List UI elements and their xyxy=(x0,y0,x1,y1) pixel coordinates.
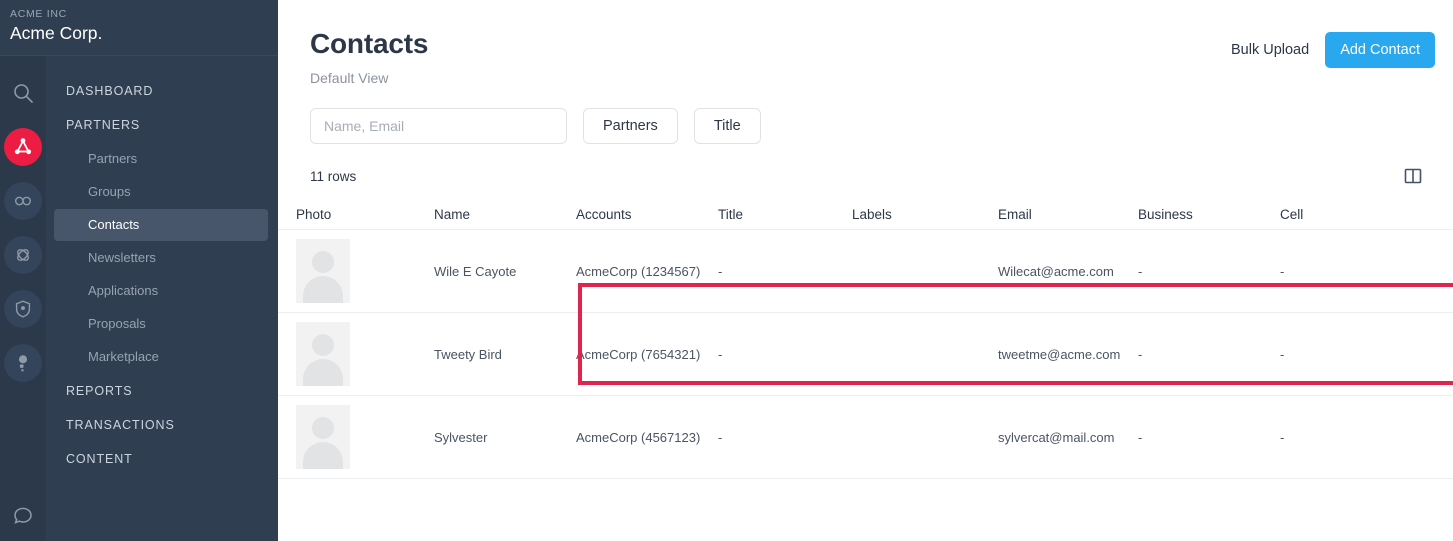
table-header-row: Photo Name Accounts Title Labels Email B… xyxy=(278,200,1453,230)
contact-email: tweetme@acme.com xyxy=(998,346,1121,362)
sidebar-item-dashboard[interactable]: DASHBOARD xyxy=(46,74,278,108)
page-header-actions: Bulk Upload Add Contact xyxy=(1231,26,1435,68)
search-input[interactable] xyxy=(310,108,567,144)
filter-bar: Partners Title xyxy=(278,88,1453,144)
contact-name: Tweety Bird xyxy=(434,346,502,362)
partners-network-icon[interactable] xyxy=(4,128,42,166)
avatar-placeholder-icon xyxy=(296,405,350,469)
contact-title: - xyxy=(718,263,723,279)
sidebar-item-groups[interactable]: Groups xyxy=(54,176,268,208)
contact-title: - xyxy=(718,429,723,445)
avatar-placeholder-icon xyxy=(296,239,350,303)
icon-rail xyxy=(0,56,46,541)
sidebar: ACME INC Acme Corp. DASHBOARD PARTNERS P… xyxy=(0,0,278,541)
contact-photo xyxy=(296,322,434,386)
contacts-table: Photo Name Accounts Title Labels Email B… xyxy=(278,200,1453,479)
column-header-email[interactable]: Email xyxy=(998,207,1138,222)
person-icon[interactable] xyxy=(4,344,42,382)
column-header-cell[interactable]: Cell xyxy=(1280,207,1400,222)
infinity-icon[interactable] xyxy=(4,182,42,220)
contact-photo xyxy=(296,239,434,303)
sidebar-item-content[interactable]: CONTENT xyxy=(46,442,278,476)
contact-accounts: AcmeCorp (1234567) xyxy=(576,263,701,279)
atom-icon[interactable] xyxy=(4,236,42,274)
main-content: Contacts Default View Bulk Upload Add Co… xyxy=(278,0,1453,541)
contact-business: - xyxy=(1138,429,1143,445)
column-settings-icon[interactable] xyxy=(1403,166,1423,186)
contact-name: Sylvester xyxy=(434,429,488,445)
contact-business: - xyxy=(1138,346,1143,362)
contact-cell: - xyxy=(1280,429,1285,445)
sidebar-item-newsletters[interactable]: Newsletters xyxy=(54,242,268,274)
table-row[interactable]: Sylvester AcmeCorp (4567123) - sylvercat… xyxy=(278,396,1453,479)
filter-chip-title[interactable]: Title xyxy=(693,108,761,144)
column-header-photo[interactable]: Photo xyxy=(296,207,434,222)
view-name: Default View xyxy=(310,70,389,86)
avatar-placeholder-icon xyxy=(296,322,350,386)
contact-cell: - xyxy=(1280,346,1285,362)
sidebar-item-partners[interactable]: Partners xyxy=(54,143,268,175)
page-header: Contacts Default View Bulk Upload Add Co… xyxy=(278,0,1453,88)
rows-bar: 11 rows xyxy=(278,144,1453,186)
sidebar-item-reports[interactable]: REPORTS xyxy=(46,374,278,408)
column-header-name[interactable]: Name xyxy=(434,207,576,222)
column-header-labels[interactable]: Labels xyxy=(852,207,998,222)
org-name: Acme Corp. xyxy=(10,23,103,43)
sidebar-body: DASHBOARD PARTNERS Partners Groups Conta… xyxy=(0,56,278,541)
contact-email: Wilecat@acme.com xyxy=(998,263,1114,279)
table-row[interactable]: Wile E Cayote AcmeCorp (1234567) - Wilec… xyxy=(278,230,1453,313)
shield-icon[interactable] xyxy=(4,290,42,328)
contact-cell: - xyxy=(1280,263,1285,279)
page-header-left: Contacts Default View xyxy=(310,26,1231,88)
org-header[interactable]: ACME INC Acme Corp. xyxy=(0,0,278,56)
sidebar-nav: DASHBOARD PARTNERS Partners Groups Conta… xyxy=(46,56,278,541)
contact-name: Wile E Cayote xyxy=(434,263,517,279)
table-row[interactable]: Tweety Bird AcmeCorp (7654321) - tweetme… xyxy=(278,313,1453,396)
contact-email: sylvercat@mail.com xyxy=(998,429,1115,445)
contact-accounts: AcmeCorp (4567123) xyxy=(576,429,701,445)
contact-business: - xyxy=(1138,263,1143,279)
column-header-business[interactable]: Business xyxy=(1138,207,1280,222)
org-label: ACME INC xyxy=(10,8,67,20)
sidebar-item-transactions[interactable]: TRANSACTIONS xyxy=(46,408,278,442)
row-count-label: 11 rows xyxy=(310,168,357,184)
filter-chip-partners[interactable]: Partners xyxy=(583,108,678,144)
chat-bubble-icon[interactable] xyxy=(11,504,35,533)
sidebar-item-partners-section[interactable]: PARTNERS xyxy=(46,108,278,142)
sidebar-item-contacts[interactable]: Contacts xyxy=(54,209,268,241)
column-header-title[interactable]: Title xyxy=(718,207,852,222)
column-header-accounts[interactable]: Accounts xyxy=(576,207,718,222)
contact-title: - xyxy=(718,346,723,362)
sidebar-item-proposals[interactable]: Proposals xyxy=(54,308,268,340)
page-title: Contacts xyxy=(310,28,429,59)
contact-accounts: AcmeCorp (7654321) xyxy=(576,346,701,362)
search-icon[interactable] xyxy=(4,74,42,112)
sidebar-item-applications[interactable]: Applications xyxy=(54,275,268,307)
add-contact-button[interactable]: Add Contact xyxy=(1325,32,1435,68)
contact-photo xyxy=(296,405,434,469)
app-root: ACME INC Acme Corp. DASHBOARD PARTNERS P… xyxy=(0,0,1453,541)
sidebar-item-marketplace[interactable]: Marketplace xyxy=(54,341,268,373)
bulk-upload-button[interactable]: Bulk Upload xyxy=(1231,42,1309,58)
